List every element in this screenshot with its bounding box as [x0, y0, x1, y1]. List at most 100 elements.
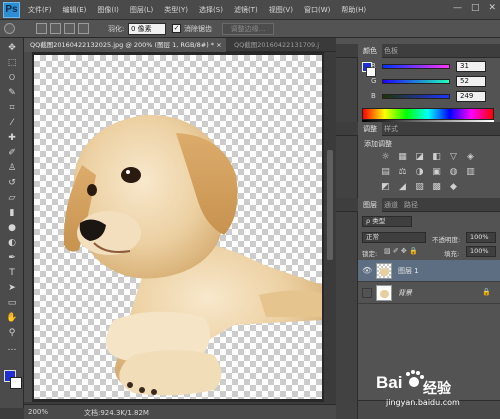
- layer-thumbnail: [376, 263, 392, 279]
- add-adjustment-title: 添加调整: [364, 140, 392, 148]
- color-panel-tabs: 颜色 色板: [336, 44, 500, 58]
- menu-item[interactable]: 类型(Y): [164, 5, 188, 15]
- marquee-tool-icon[interactable]: ⬚: [5, 57, 19, 69]
- channel-r-value[interactable]: 31: [456, 61, 486, 72]
- dodge-tool-icon[interactable]: ◐: [5, 237, 19, 249]
- new-selection-icon[interactable]: [36, 23, 47, 34]
- add-selection-icon[interactable]: [50, 23, 61, 34]
- adjustment-icon[interactable]: ◪: [414, 152, 425, 163]
- move-tool-icon[interactable]: ✥: [5, 42, 19, 54]
- lasso-preset-icon[interactable]: [4, 23, 15, 34]
- antialias-checkbox[interactable]: ✓: [172, 24, 181, 33]
- adjustment-icon[interactable]: ▩: [431, 182, 442, 193]
- minimize-icon[interactable]: —: [453, 3, 462, 13]
- channel-g-label: G: [371, 77, 377, 85]
- adjustment-icon[interactable]: ◢: [397, 182, 408, 193]
- layer-filter-kind[interactable]: ρ 类型: [362, 216, 412, 227]
- menu-bar: Ps 文件(F) 编辑(E) 图像(I) 图层(L) 类型(Y) 选择(S) 滤镜(T) 视图…: [0, 0, 500, 20]
- gradient-tool-icon[interactable]: ▮: [5, 207, 19, 219]
- tab-styles[interactable]: 样式: [380, 122, 402, 136]
- channel-g-value[interactable]: 52: [456, 76, 486, 87]
- layer-name[interactable]: 图层 1: [398, 266, 419, 276]
- menu-item[interactable]: 帮助(H): [341, 5, 366, 15]
- tab-swatches[interactable]: 色板: [380, 44, 402, 58]
- tab-color[interactable]: 颜色: [358, 44, 382, 58]
- tab-active-document[interactable]: QQ截图20160422132025.jpg @ 200% (图层 1, RGB…: [24, 38, 226, 52]
- tab-other-document[interactable]: QQ截图20160422131709.j: [230, 38, 336, 52]
- menu-item[interactable]: 图层(L): [130, 5, 153, 15]
- healing-brush-tool-icon[interactable]: ✚: [5, 132, 19, 144]
- type-tool-icon[interactable]: T: [5, 267, 19, 279]
- svg-text:Bai: Bai: [376, 373, 402, 392]
- visibility-toggle-empty[interactable]: [362, 288, 372, 298]
- quick-select-tool-icon[interactable]: ✎: [5, 87, 19, 99]
- blend-mode-select[interactable]: 正常: [362, 232, 426, 243]
- opacity-input[interactable]: 100%: [466, 232, 496, 243]
- adjustment-icon[interactable]: ▧: [414, 182, 425, 193]
- lasso-tool-icon[interactable]: ଠ: [5, 72, 19, 84]
- adjustment-icon[interactable]: ◑: [414, 167, 425, 178]
- visibility-eye-icon[interactable]: 👁: [362, 266, 372, 276]
- tools-panel: ✥ ⬚ ଠ ✎ ⌗ ⁄ ✚ ✐ ♙ ↺ ▱ ▮ ● ◐ ✒ T ➤ ▭ ✋ ⚲ …: [0, 38, 24, 408]
- adjustment-icon[interactable]: ◧: [431, 152, 442, 163]
- crop-tool-icon[interactable]: ⌗: [5, 102, 19, 114]
- background-color-swatch[interactable]: [10, 377, 22, 389]
- pen-tool-icon[interactable]: ✒: [5, 252, 19, 264]
- menu-item[interactable]: 窗口(W): [304, 5, 330, 15]
- blur-tool-icon[interactable]: ●: [5, 222, 19, 234]
- adjustment-icon[interactable]: ◆: [448, 182, 459, 193]
- adjustment-icon[interactable]: ▦: [397, 152, 408, 163]
- menu-item[interactable]: 图像(I): [97, 5, 119, 15]
- zoom-level[interactable]: 200%: [28, 408, 48, 416]
- channel-b-slider[interactable]: [382, 94, 450, 99]
- fill-input[interactable]: 100%: [466, 246, 496, 257]
- document-size: 文档:924.3K/1.82M: [84, 409, 149, 417]
- right-panels: 颜色 色板 R 31 G 52 B 249 调整 样式 添加调整 ☼ ▦ ◪ ◧ ▽ ◈ ▤…: [336, 38, 500, 419]
- intersect-selection-icon[interactable]: [78, 23, 89, 34]
- channel-r-slider[interactable]: [382, 64, 450, 69]
- feather-input[interactable]: 0 像素: [128, 23, 166, 35]
- more-tools-icon[interactable]: …: [5, 342, 19, 354]
- lock-label: 锁定:: [362, 250, 378, 258]
- adjustment-icon[interactable]: ▥: [465, 167, 476, 178]
- menu-item[interactable]: 选择(S): [199, 5, 223, 15]
- eraser-tool-icon[interactable]: ▱: [5, 192, 19, 204]
- history-brush-tool-icon[interactable]: ↺: [5, 177, 19, 189]
- channel-g-slider[interactable]: [382, 79, 450, 84]
- close-icon[interactable]: ✕: [488, 3, 496, 13]
- layer-name[interactable]: 背景: [398, 288, 412, 298]
- tab-layers[interactable]: 图层: [358, 198, 382, 212]
- tab-channels[interactable]: 通道: [380, 198, 402, 212]
- brush-tool-icon[interactable]: ✐: [5, 147, 19, 159]
- clone-stamp-tool-icon[interactable]: ♙: [5, 162, 19, 174]
- color-spectrum-bar[interactable]: [362, 108, 494, 120]
- hand-tool-icon[interactable]: ✋: [5, 312, 19, 324]
- adjustment-icon[interactable]: ☼: [380, 152, 391, 163]
- lock-icons[interactable]: ▨ ✐ ✥ 🔒: [384, 247, 418, 255]
- channel-b-value[interactable]: 249: [456, 91, 486, 102]
- adjustment-icon[interactable]: ⚖: [397, 167, 408, 178]
- menu-item[interactable]: 编辑(E): [63, 5, 87, 15]
- zoom-tool-icon[interactable]: ⚲: [5, 327, 19, 339]
- adjustment-icon[interactable]: ◩: [380, 182, 391, 193]
- scrollbar-thumb[interactable]: [327, 150, 333, 260]
- layer-row-background[interactable]: 背景 🔒: [358, 282, 500, 304]
- tab-adjustments[interactable]: 调整: [358, 122, 382, 136]
- menu-item[interactable]: 滤镜(T): [234, 5, 258, 15]
- adjustment-icon[interactable]: ◈: [465, 152, 476, 163]
- subtract-selection-icon[interactable]: [64, 23, 75, 34]
- eyedropper-tool-icon[interactable]: ⁄: [5, 117, 19, 129]
- layer-row-layer1[interactable]: 👁 图层 1: [358, 260, 500, 282]
- tab-paths[interactable]: 路径: [400, 198, 422, 212]
- adjustment-icon[interactable]: ▤: [380, 167, 391, 178]
- maximize-icon[interactable]: □: [471, 3, 480, 13]
- vertical-ruler: [24, 52, 32, 402]
- adjustment-icon[interactable]: ▣: [431, 167, 442, 178]
- shape-tool-icon[interactable]: ▭: [5, 297, 19, 309]
- adjustment-icon[interactable]: ▽: [448, 152, 459, 163]
- refine-edge-button[interactable]: 调整边缘...: [222, 23, 274, 35]
- menu-item[interactable]: 视图(V): [269, 5, 293, 15]
- path-select-tool-icon[interactable]: ➤: [5, 282, 19, 294]
- adjustment-icon[interactable]: ◍: [448, 167, 459, 178]
- menu-item[interactable]: 文件(F): [28, 5, 52, 15]
